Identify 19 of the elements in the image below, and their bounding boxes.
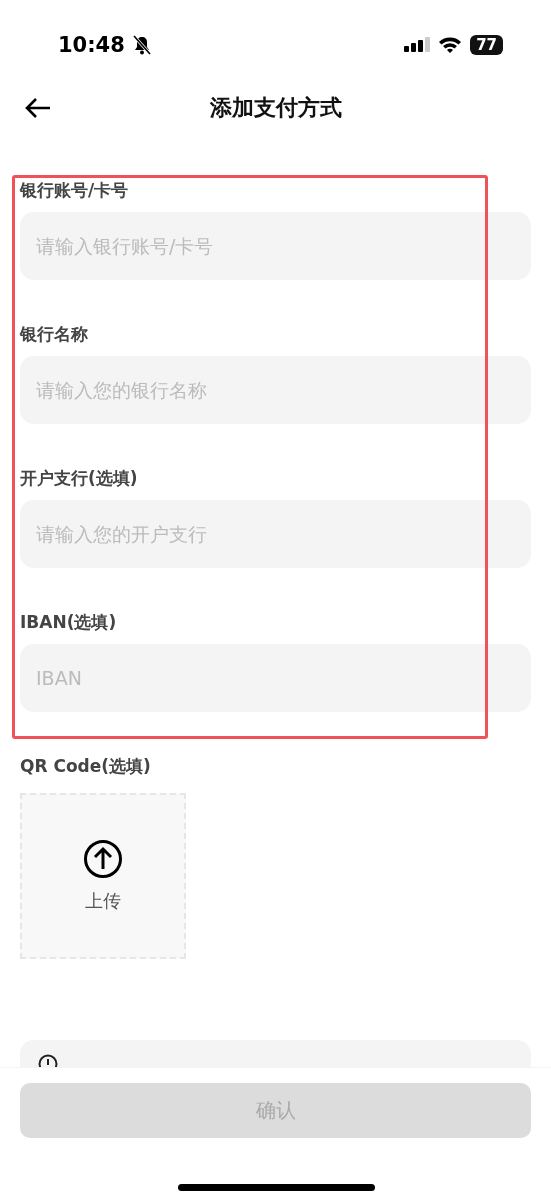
input-field[interactable]: 请输入银行账号/卡号 xyxy=(20,212,531,280)
upload-icon xyxy=(83,839,123,879)
input-field[interactable]: 请输入您的开户支行 xyxy=(20,500,531,568)
field-label: 银行账号/卡号 xyxy=(20,179,130,202)
bell-off-icon xyxy=(132,35,151,55)
status-time: 10:48 xyxy=(58,33,125,57)
input-field[interactable]: 请输入您的银行名称 xyxy=(20,356,531,424)
back-arrow-icon[interactable] xyxy=(24,96,52,120)
wifi-icon xyxy=(438,36,463,54)
upload-area[interactable]: 上传 xyxy=(20,793,186,959)
field-label: 银行名称 xyxy=(20,323,89,346)
battery-level: 77 xyxy=(470,35,503,55)
upload-label: 上传 xyxy=(85,889,121,913)
page-title: 添加支付方式 xyxy=(209,94,342,122)
field-label: QR Code(选填) xyxy=(20,755,152,778)
signal-icon xyxy=(404,36,431,54)
field-label: 开户支行(选填) xyxy=(20,467,139,490)
input-field[interactable]: IBAN xyxy=(20,644,531,712)
field-label: IBAN(选填) xyxy=(20,611,118,634)
